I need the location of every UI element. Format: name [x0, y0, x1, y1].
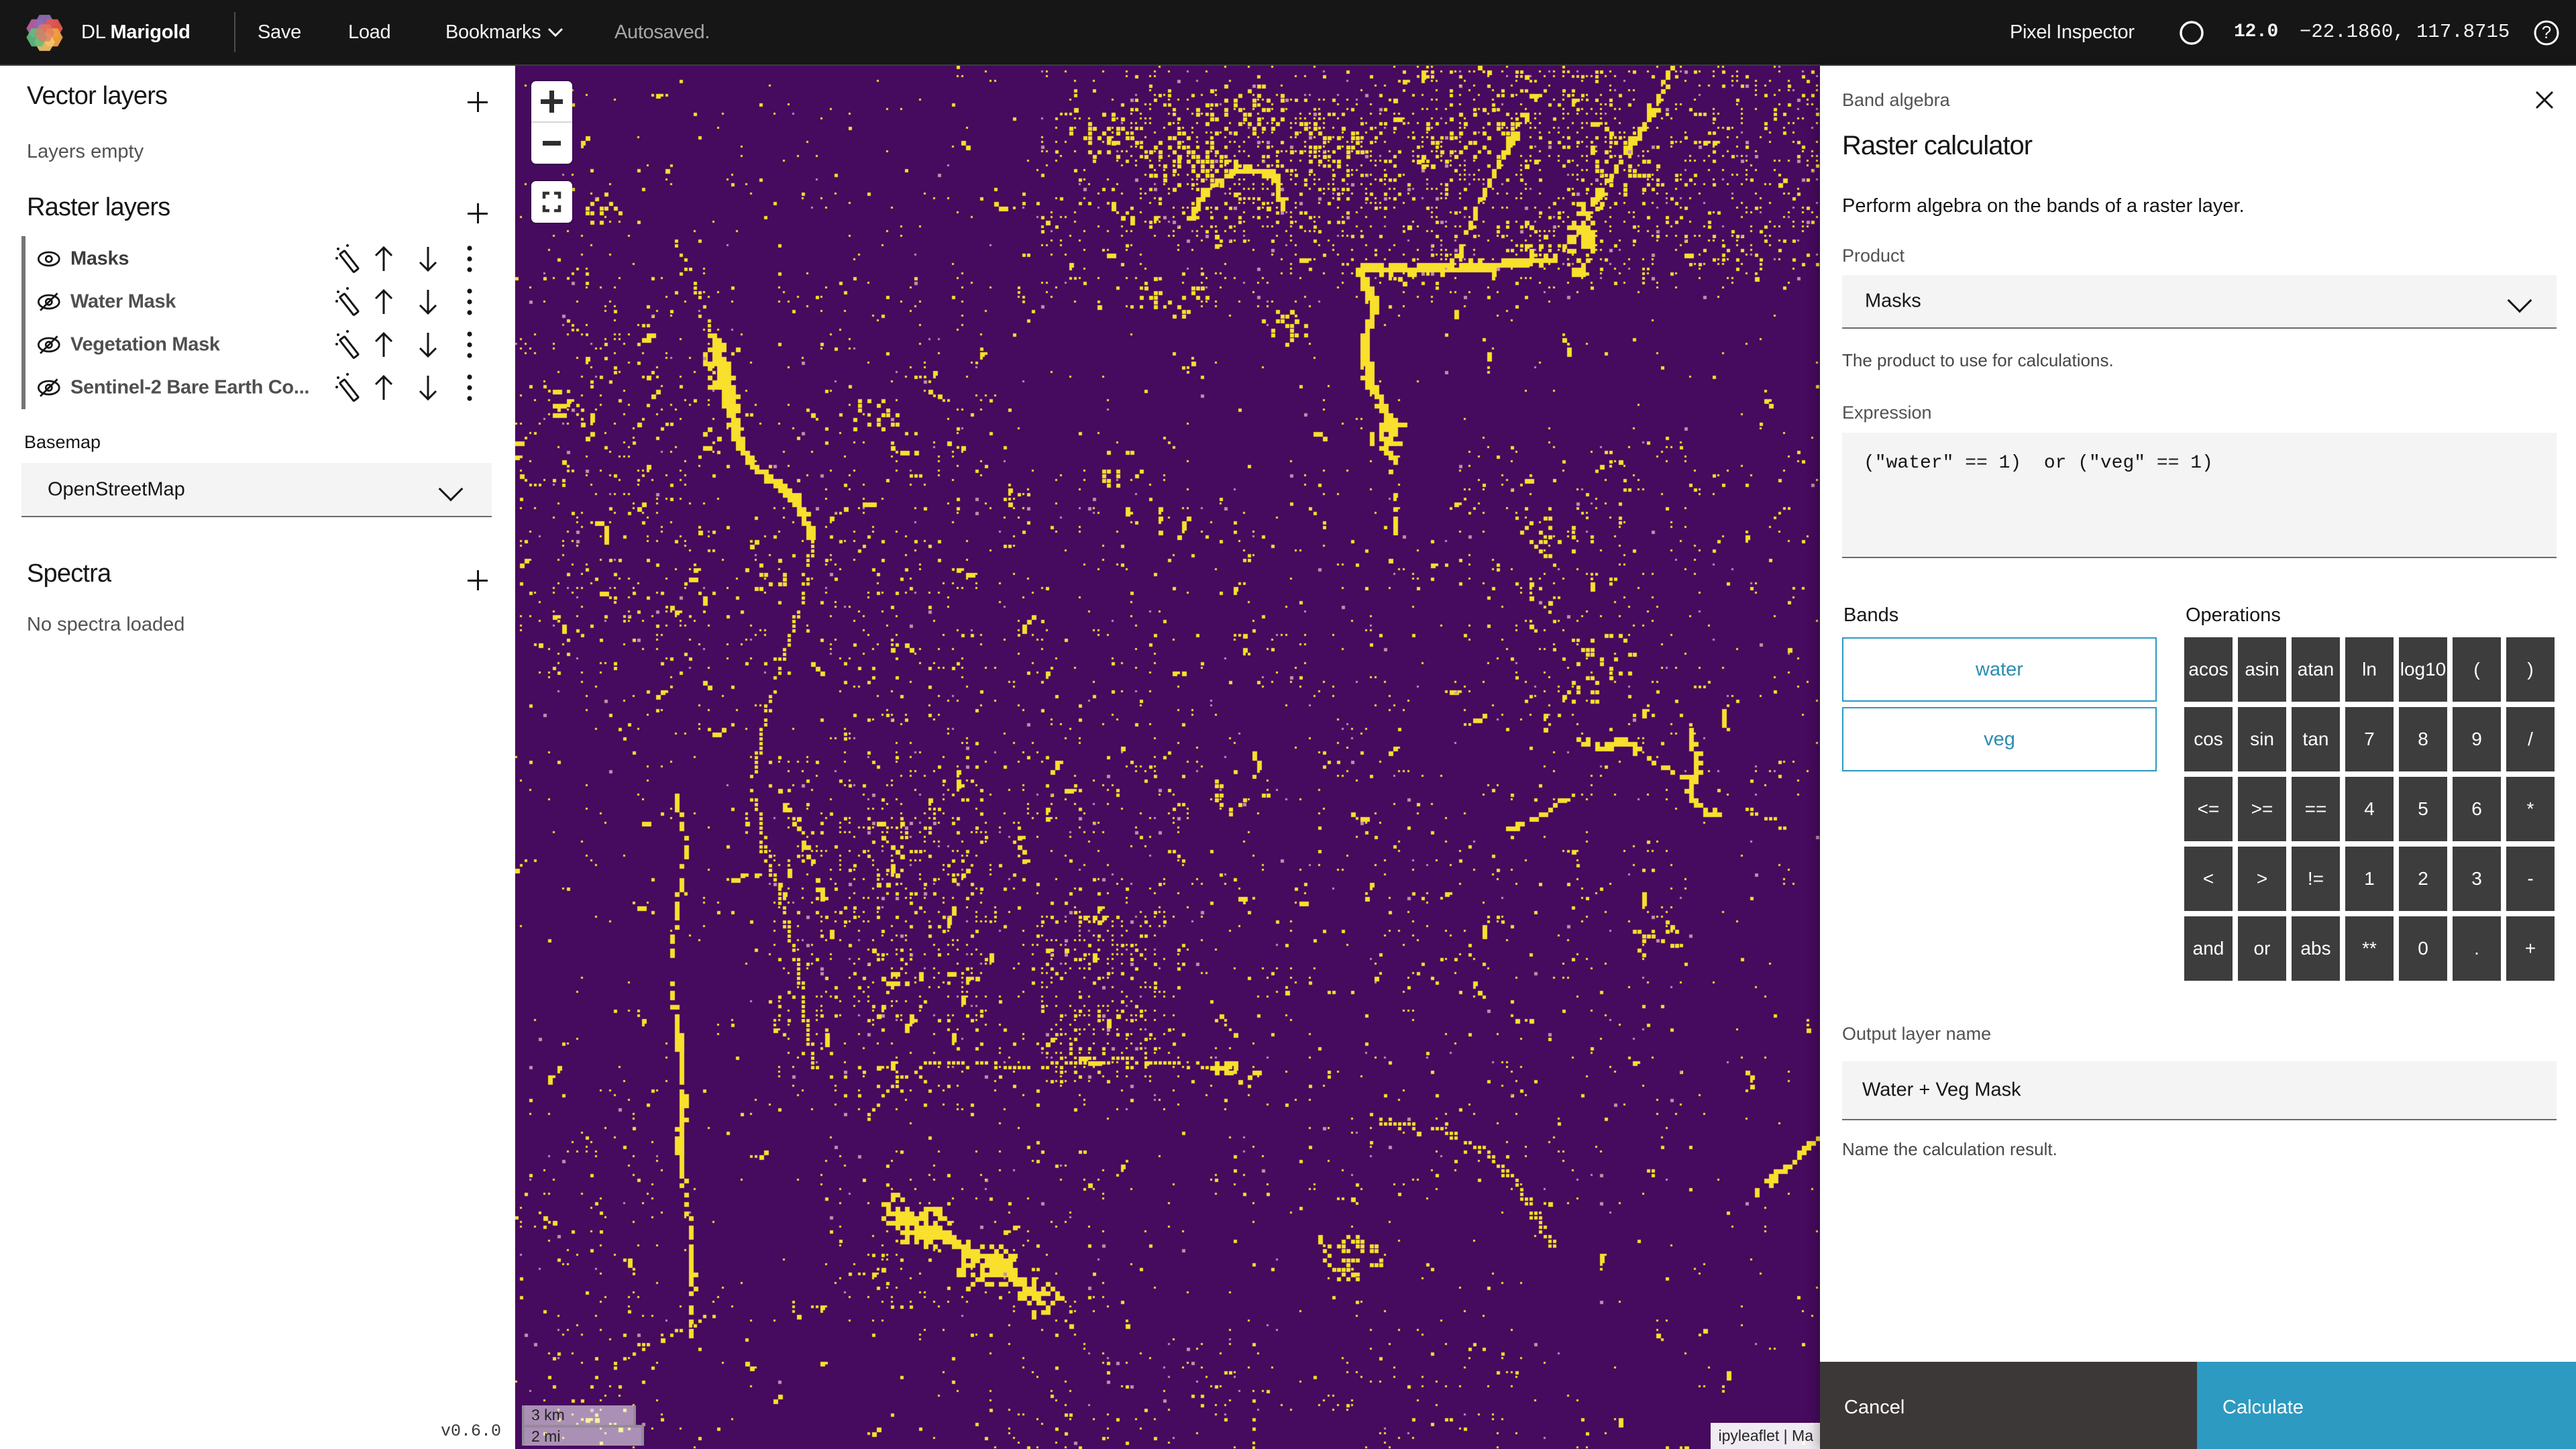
svg-text:?: ?	[2542, 22, 2551, 42]
